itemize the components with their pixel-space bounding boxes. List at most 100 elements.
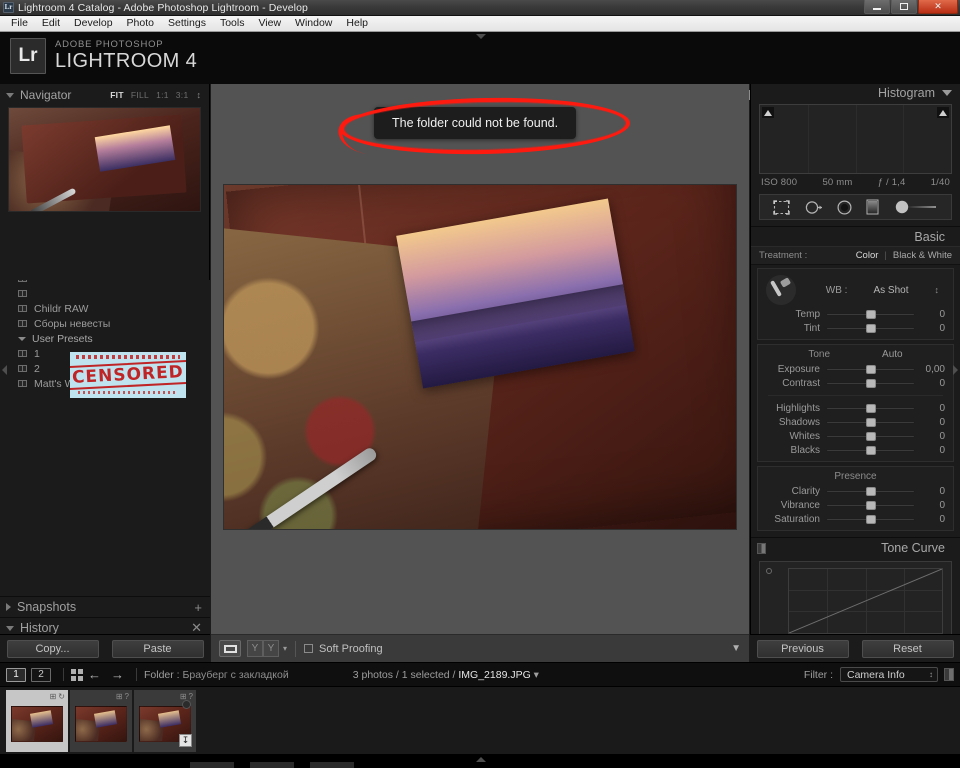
filmstrip-thumbnail[interactable]: ⊞ ? ↧ [134,689,196,752]
red-eye-correction-icon[interactable] [837,199,852,215]
menu-edit[interactable]: Edit [35,16,67,31]
soft-proofing-checkbox[interactable] [304,644,314,653]
loupe-view-icon[interactable] [219,640,241,657]
right-panel-toggle-icon[interactable] [953,365,958,375]
slider-knob[interactable] [865,365,876,374]
screen-1-button[interactable]: 1 [6,667,26,682]
slider-track[interactable] [826,430,915,442]
filmstrip-toggle-button[interactable] [944,668,954,681]
treatment-bw-option[interactable]: Black & White [893,250,952,261]
preset-item[interactable] [0,286,210,301]
slider-saturation[interactable]: Saturation 0 [758,512,953,526]
treatment-color-option[interactable]: Color [856,250,879,261]
photo-count-status[interactable]: 3 photos / 1 selected / IMG_2189.JPG ▾ [353,669,539,681]
slider-whites[interactable]: Whites 0 [758,429,953,443]
filmstrip-thumbnail[interactable]: ⊞ ↻ [6,689,68,752]
highlight-clipping-indicator[interactable] [937,107,949,118]
tone-curve-graph[interactable] [759,561,952,643]
slider-track[interactable] [826,499,915,511]
minimize-button[interactable] [864,0,890,14]
wb-value[interactable]: As Shot [873,285,908,296]
zoom-stepper-icon[interactable]: ↕ [197,90,202,100]
slider-track[interactable] [826,363,915,375]
graduated-filter-icon[interactable] [866,199,879,215]
slider-track[interactable] [826,485,915,497]
source-label[interactable]: Folder : Брауберг с закладкой [144,669,289,681]
top-panel-toggle-icon[interactable] [476,34,486,39]
slider-knob[interactable] [865,446,876,455]
basic-panel-header[interactable]: Basic [751,226,960,246]
thumbnail-save-metadata-icon[interactable]: ↧ [179,733,192,747]
zoom-3-1[interactable]: 3:1 [176,90,189,100]
zoom-fill[interactable]: FILL [131,90,149,100]
close-button[interactable]: ✕ [918,0,958,14]
slider-track[interactable] [826,308,915,320]
preset-item[interactable]: Сборы невесты [0,316,210,331]
slider-shadows[interactable]: Shadows 0 [758,415,953,429]
slider-blacks[interactable]: Blacks 0 [758,443,953,457]
photo-count-caret-icon[interactable]: ▾ [534,669,539,681]
go-back-icon[interactable]: ← [88,667,101,682]
slider-temp[interactable]: Temp 0 [758,307,953,321]
previous-button[interactable]: Previous [756,639,849,658]
menu-settings[interactable]: Settings [161,16,213,31]
shadow-clipping-indicator[interactable] [762,107,774,118]
screen-2-button[interactable]: 2 [31,667,51,682]
filter-select[interactable]: Camera Info ↕ [840,667,938,682]
menu-file[interactable]: File [4,16,35,31]
slider-knob[interactable] [865,310,876,319]
identity-plate[interactable]: Lr ADOBE PHOTOSHOP LIGHTROOM 4 [10,38,197,74]
before-after-icon[interactable]: Y Y [247,640,279,657]
zoom-1-1[interactable]: 1:1 [156,90,169,100]
snapshots-header[interactable]: Snapshots + [0,597,210,617]
slider-clarity[interactable]: Clarity 0 [758,484,953,498]
slider-knob[interactable] [865,432,876,441]
filmstrip-toggle-icon[interactable] [476,757,486,762]
grid-view-icon[interactable] [71,668,83,681]
zoom-fit[interactable]: FIT [110,90,124,100]
before-after-caret-icon[interactable]: ▾ [283,644,287,653]
slider-track[interactable] [826,416,915,428]
slider-contrast[interactable]: Contrast 0 [758,376,953,390]
slider-track[interactable] [826,377,915,389]
slider-knob[interactable] [865,501,876,510]
menu-tools[interactable]: Tools [213,16,252,31]
slider-knob[interactable] [865,379,876,388]
slider-knob[interactable] [865,515,876,524]
tone-curve-panel-header[interactable]: Tone Curve [751,537,960,557]
preset-item[interactable]: Childr RAW [0,301,210,316]
soft-proofing-label[interactable]: Soft Proofing [319,643,383,655]
slider-track[interactable] [826,444,915,456]
adjustment-brush-icon[interactable] [894,200,938,214]
filmstrip-thumbnail[interactable]: ⊞ ? [70,689,132,752]
menu-develop[interactable]: Develop [67,16,120,31]
slider-knob[interactable] [865,418,876,427]
toolbar-options-caret-icon[interactable]: ▼ [731,643,741,654]
menu-window[interactable]: Window [288,16,339,31]
slider-track[interactable] [826,402,915,414]
slider-knob[interactable] [865,487,876,496]
slider-track[interactable] [826,513,915,525]
crop-overlay-icon[interactable] [773,199,790,215]
preset-group-user-presets[interactable]: User Presets [0,331,210,346]
slider-tint[interactable]: Tint 0 [758,321,953,335]
paste-button[interactable]: Paste [111,639,204,658]
left-panel-toggle-icon[interactable] [2,365,7,375]
slider-track[interactable] [826,322,915,334]
reset-button[interactable]: Reset [861,639,954,658]
tone-curve-toggle-switch[interactable] [757,543,766,554]
go-forward-icon[interactable]: → [111,667,124,682]
menu-view[interactable]: View [251,16,288,31]
slider-knob[interactable] [865,404,876,413]
navigator-preview[interactable] [8,107,201,212]
add-snapshot-button[interactable]: + [194,600,202,615]
menu-photo[interactable]: Photo [120,16,161,31]
maximize-button[interactable] [891,0,917,14]
slider-vibrance[interactable]: Vibrance 0 [758,498,953,512]
histogram-header[interactable]: Histogram [751,84,960,102]
auto-tone-button[interactable]: Auto [882,349,903,360]
slider-exposure[interactable]: Exposure 0,00 [758,362,953,376]
slider-knob[interactable] [865,324,876,333]
chevron-down-icon[interactable] [6,92,14,98]
main-image-preview[interactable] [223,184,737,530]
